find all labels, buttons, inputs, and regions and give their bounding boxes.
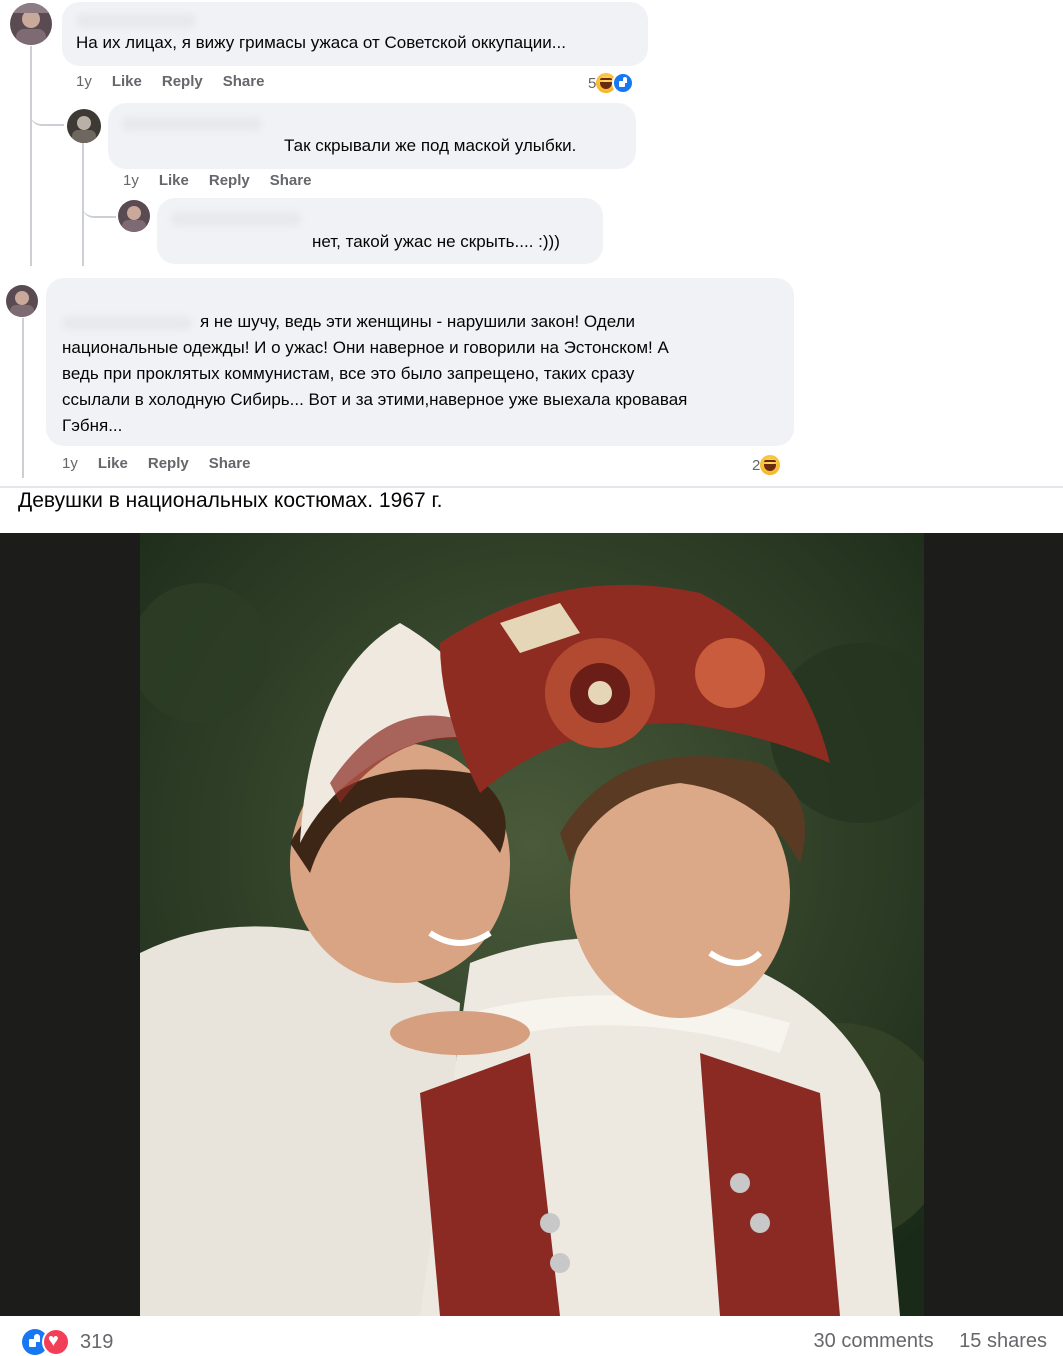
comment-actions: 1y Like Reply Share bbox=[62, 455, 270, 472]
haha-icon bbox=[760, 455, 781, 475]
comment-text-line: Гэбня... bbox=[62, 416, 123, 435]
like-button[interactable]: Like bbox=[98, 455, 128, 472]
commenter-avatar[interactable] bbox=[6, 285, 38, 317]
reply-actions: 1y Like Reply Share bbox=[123, 172, 331, 189]
reply-text: Так скрывали же под маской улыбки. bbox=[284, 136, 577, 155]
comment-bubble: я не шучу, ведь эти женщины - нарушили з… bbox=[46, 278, 794, 446]
thread-connector bbox=[30, 96, 64, 126]
reply-button[interactable]: Reply bbox=[162, 73, 203, 90]
reply-bubble: Так скрывали же под маской улыбки. bbox=[108, 103, 636, 169]
comments-section: На их лицах, я вижу гримасы ужаса от Сов… bbox=[0, 0, 900, 486]
reactions-count: 319 bbox=[80, 1330, 114, 1353]
post-caption: Девушки в национальных костюмах. 1967 г. bbox=[18, 489, 443, 512]
comments-count[interactable]: 30 comments bbox=[814, 1330, 934, 1352]
thread-line bbox=[30, 46, 32, 266]
comment-actions: 1y Like Reply Share bbox=[76, 73, 284, 90]
comment-reactions[interactable]: 2 bbox=[752, 455, 781, 475]
reply-button[interactable]: Reply bbox=[209, 172, 250, 189]
reply-button[interactable]: Reply bbox=[148, 455, 189, 472]
comment-time[interactable]: 1y bbox=[62, 455, 78, 472]
post-footer: 319 30 comments 15 shares bbox=[0, 1316, 1063, 1356]
commenter-avatar[interactable] bbox=[118, 200, 150, 232]
post-photo-frame[interactable] bbox=[0, 533, 1063, 1316]
reaction-count: 2 bbox=[752, 456, 761, 474]
like-icon bbox=[612, 72, 635, 94]
post-photo[interactable] bbox=[140, 533, 924, 1316]
comment-text-line: ссылали в холодную Сибирь... Вот и за эт… bbox=[62, 390, 688, 409]
love-icon bbox=[42, 1328, 70, 1356]
thread-line bbox=[22, 318, 24, 478]
post-stats: 30 comments 15 shares bbox=[814, 1330, 1047, 1353]
commenter-avatar[interactable] bbox=[67, 109, 101, 143]
comment-time[interactable]: 1y bbox=[76, 73, 92, 90]
commenter-avatar[interactable] bbox=[10, 3, 52, 45]
share-button[interactable]: Share bbox=[270, 172, 312, 189]
comment-text-line: национальные одежды! И о ужас! Они навер… bbox=[62, 338, 669, 357]
comment-text-line: ведь при проклятых коммунистам, все это … bbox=[62, 364, 635, 383]
comment-bubble: На их лицах, я вижу гримасы ужаса от Сов… bbox=[62, 2, 648, 66]
comment-text: На их лицах, я вижу гримасы ужаса от Сов… bbox=[76, 33, 566, 52]
reply-text: нет, такой ужас не скрыть.... :))) bbox=[312, 232, 560, 251]
post-reactions[interactable]: 319 bbox=[22, 1328, 113, 1356]
thread-connector bbox=[82, 196, 116, 218]
comment-text-line: я не шучу, ведь эти женщины - нарушили з… bbox=[200, 312, 635, 331]
reply-bubble: нет, такой ужас не скрыть.... :))) bbox=[157, 198, 603, 264]
shares-count[interactable]: 15 shares bbox=[959, 1330, 1047, 1352]
reply-time[interactable]: 1y bbox=[123, 172, 139, 189]
reaction-count: 5 bbox=[588, 74, 597, 92]
comment-reactions[interactable]: 5 bbox=[588, 72, 635, 94]
share-button[interactable]: Share bbox=[209, 455, 251, 472]
like-button[interactable]: Like bbox=[112, 73, 142, 90]
share-button[interactable]: Share bbox=[223, 73, 265, 90]
like-button[interactable]: Like bbox=[159, 172, 189, 189]
